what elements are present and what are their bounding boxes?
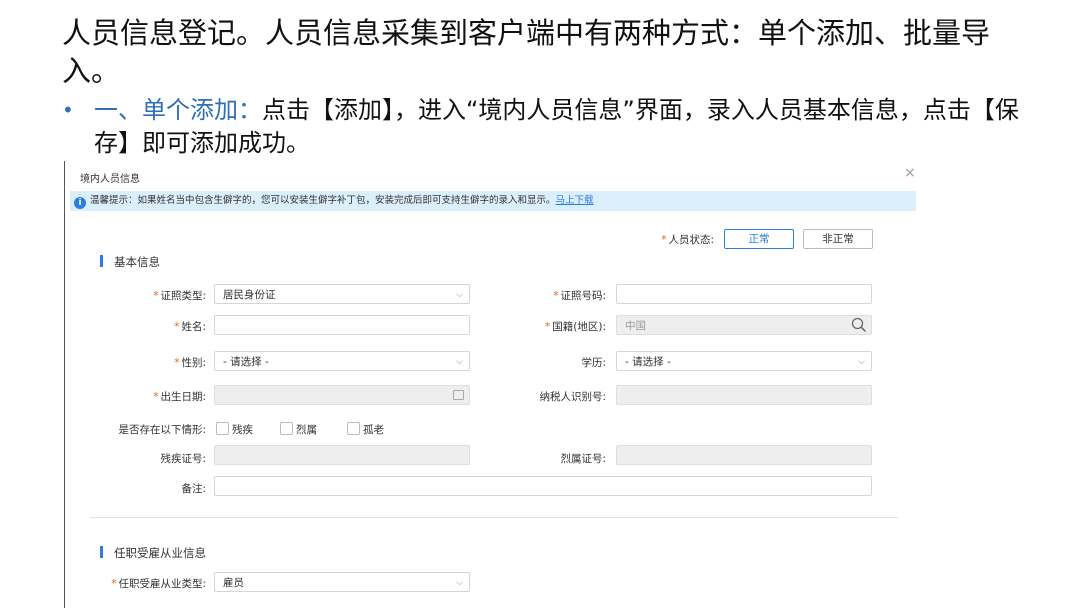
name-input[interactable] (214, 315, 470, 335)
remark-label: 备注: (181, 483, 206, 495)
taxpayer-id-label: 纳税人识别号: (539, 391, 606, 403)
martyr-family-checkbox[interactable] (280, 422, 293, 435)
education-select[interactable]: - 请选择 - ⌵ (616, 351, 872, 371)
section-title-employment: 任职受雇从业信息 (114, 546, 206, 560)
gender-select[interactable]: - 请选择 - ⌵ (214, 351, 470, 371)
calendar-icon[interactable] (453, 390, 464, 400)
status-normal-button[interactable]: 正常 (724, 229, 794, 249)
id-number-input[interactable] (616, 284, 872, 304)
tip-banner: i 温馨提示：如果姓名当中包含生僻字的，您可以安装生僻字补丁包，安装完成后即可支持… (70, 191, 916, 211)
chevron-down-icon: ⌵ (858, 357, 865, 367)
chevron-down-icon: ⌵ (456, 290, 463, 300)
martyr-family-option-label: 烈属 (296, 424, 317, 436)
situation-label: 是否存在以下情形: (118, 424, 206, 436)
elderly-alone-option-label: 孤老 (363, 424, 384, 436)
birth-date-label: * 出生日期: (153, 391, 206, 403)
name-label: * 姓名: (174, 321, 206, 333)
nationality-label: * 国籍(地区): (545, 321, 606, 333)
martyr-no-label: 烈属证号: (560, 453, 606, 465)
tip-text: 温馨提示：如果姓名当中包含生僻字的，您可以安装生僻字补丁包，安装完成后即可支持生… (90, 195, 556, 206)
employment-type-label: * 任职受雇从业类型: (111, 578, 206, 590)
chevron-down-icon: ⌵ (456, 357, 463, 367)
slide-title: 人员信息登记。人员信息采集到客户端中有两种方式：单个添加、批量导入。 (62, 16, 991, 88)
info-icon: i (74, 197, 86, 209)
id-type-select[interactable]: 居民身份证 ⌵ (214, 284, 470, 304)
martyr-no-input[interactable] (616, 445, 872, 465)
search-icon[interactable] (851, 317, 867, 340)
taxpayer-id-input[interactable] (616, 385, 872, 405)
section-title-basic: 基本信息 (114, 255, 160, 269)
left-edge-line (64, 161, 65, 608)
person-info-dialog: 境内人员信息 × i 温馨提示：如果姓名当中包含生僻字的，您可以安装生僻字补丁包，… (64, 161, 924, 608)
dialog-title: 境内人员信息 (80, 174, 140, 185)
bullet-lead: 一、单个添加： (94, 96, 262, 124)
section-marker (100, 546, 103, 558)
employment-type-select[interactable]: 雇员 ⌵ (214, 572, 470, 592)
disability-no-label: 残疾证号: (160, 453, 206, 465)
status-label: * 人员状态: (661, 234, 714, 246)
section-divider (90, 517, 898, 518)
elderly-alone-checkbox[interactable] (347, 422, 360, 435)
gender-label: * 性别: (174, 357, 206, 369)
chevron-down-icon: ⌵ (456, 578, 463, 588)
status-abnormal-button[interactable]: 非正常 (803, 229, 873, 249)
disability-checkbox[interactable] (216, 422, 229, 435)
close-icon[interactable]: × (904, 166, 916, 180)
bullet-marker: • (62, 98, 74, 122)
section-marker (100, 255, 103, 267)
id-number-label: * 证照号码: (553, 290, 606, 302)
bullet-paragraph: • 一、单个添加：点击【添加】，进入“境内人员信息”界面，录入人员基本信息，点击… (62, 94, 1022, 160)
nationality-input[interactable]: 中国 (616, 315, 872, 335)
id-type-label: * 证照类型: (153, 290, 206, 302)
education-label: 学历: (581, 357, 606, 369)
birth-date-input[interactable] (214, 385, 470, 405)
disability-option-label: 残疾 (232, 424, 253, 436)
download-link[interactable]: 马上下载 (556, 195, 594, 206)
remark-input[interactable] (214, 476, 872, 496)
disability-no-input[interactable] (214, 445, 470, 465)
bullet-text: 一、单个添加：点击【添加】，进入“境内人员信息”界面，录入人员基本信息，点击【保… (62, 94, 1022, 160)
